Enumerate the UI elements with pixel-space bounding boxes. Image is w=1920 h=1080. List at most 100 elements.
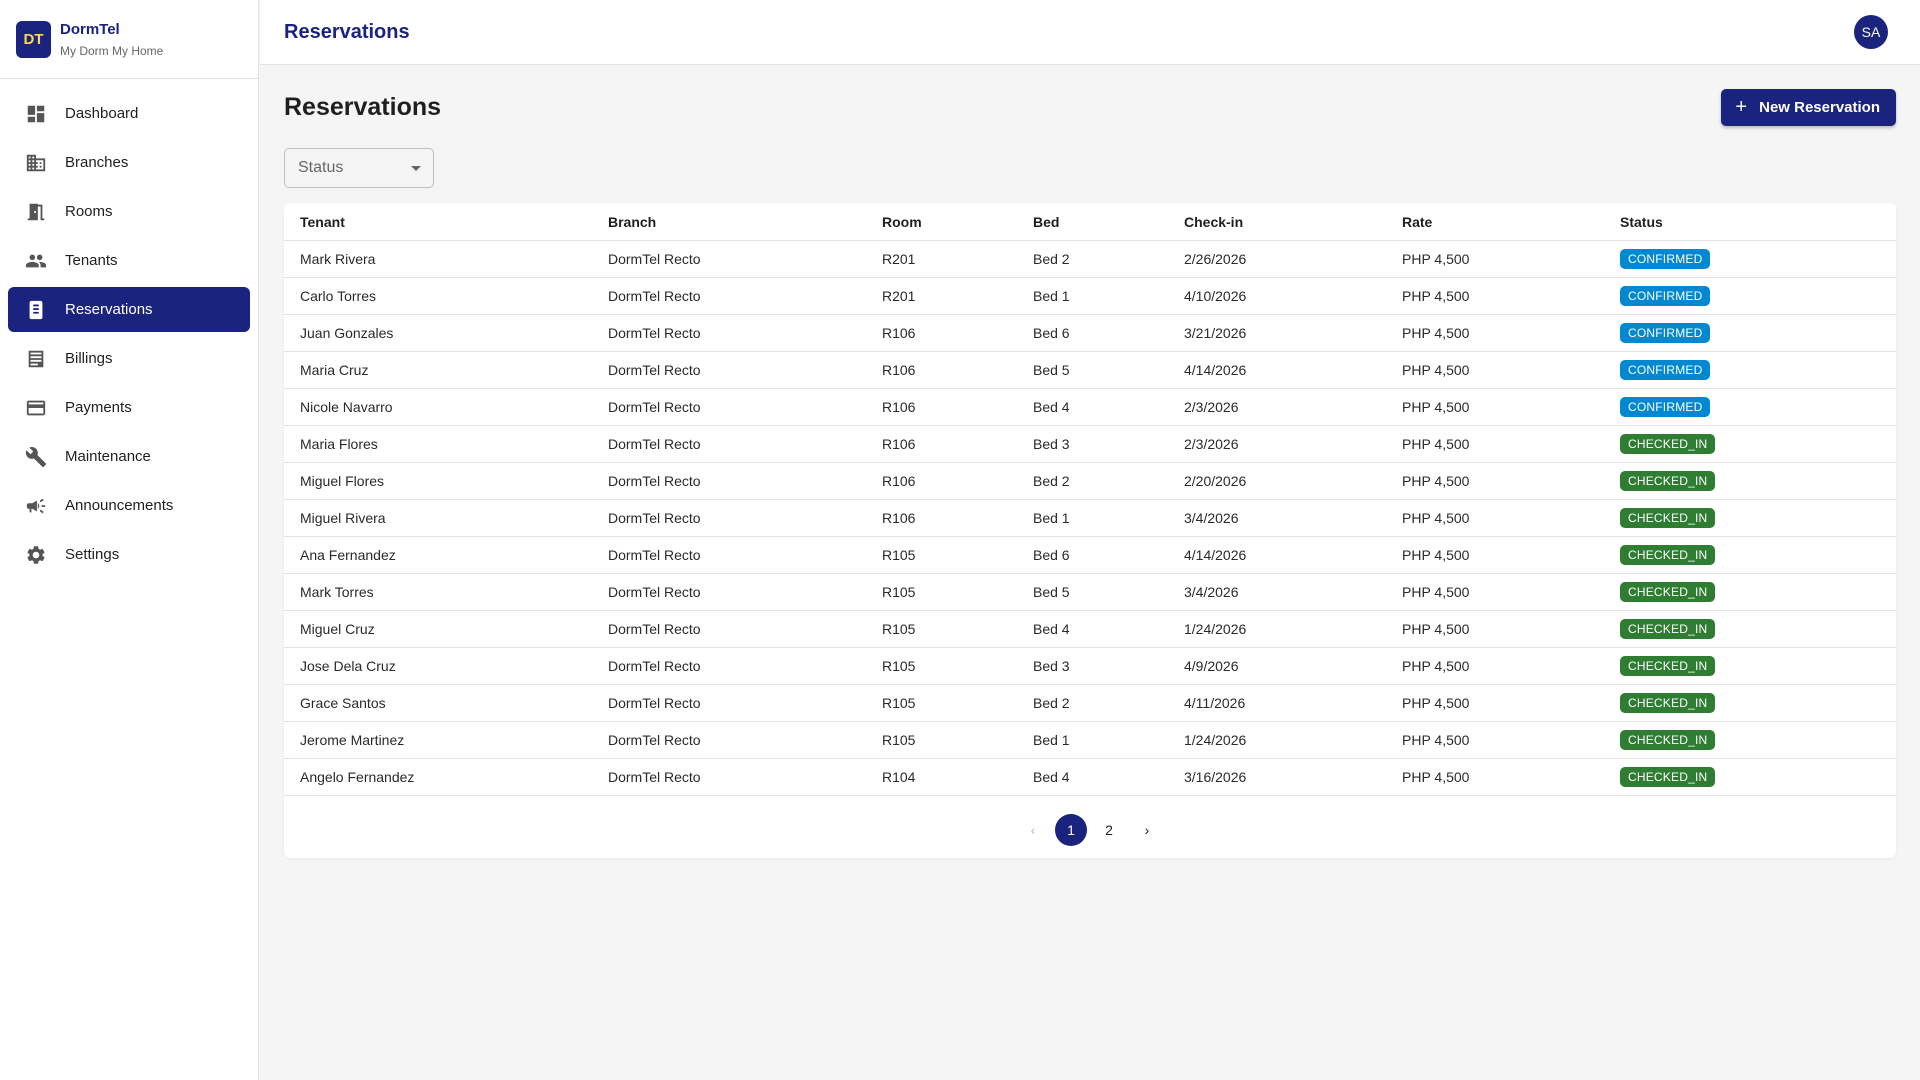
cell-bed: Bed 3: [1033, 425, 1184, 463]
status-badge: CHECKED_IN: [1620, 655, 1716, 676]
cell-rate: PHP 4,500: [1402, 610, 1620, 648]
cell-branch: DormTel Recto: [608, 240, 882, 278]
cell-bed: Bed 1: [1033, 499, 1184, 537]
table-row[interactable]: Jerome Martinez DormTel Recto R105 Bed 1 1/2…: [284, 721, 1896, 759]
reservation-icon: [25, 299, 47, 321]
header-bed[interactable]: Bed: [1033, 203, 1184, 241]
cell-tenant: Mark Torres: [284, 573, 608, 611]
table-row[interactable]: Maria Cruz DormTel Recto R106 Bed 5 4/14/202…: [284, 351, 1896, 389]
cell-branch: DormTel Recto: [608, 425, 882, 463]
cell-tenant: Miguel Flores: [284, 462, 608, 500]
cell-bed: Bed 1: [1033, 277, 1184, 315]
table-row[interactable]: Carlo Torres DormTel Recto R201 Bed 1 4/10/2…: [284, 277, 1896, 315]
megaphone-icon: [25, 495, 47, 517]
brand-text: DormTel My Dorm My Home: [60, 21, 163, 58]
sidebar-item-label: Branches: [65, 154, 129, 171]
table-row[interactable]: Maria Flores DormTel Recto R106 Bed 3 2/3/20…: [284, 425, 1896, 463]
pagination: ‹ 1 2 ›: [284, 813, 1896, 847]
cell-status: CONFIRMED: [1620, 314, 1896, 352]
cell-tenant: Jose Dela Cruz: [284, 647, 608, 685]
cell-tenant: Maria Cruz: [284, 351, 608, 389]
cell-tenant: Grace Santos: [284, 684, 608, 722]
sidebar-item-rooms[interactable]: Rooms: [8, 189, 250, 234]
cell-check-in: 3/4/2026: [1184, 499, 1402, 537]
cell-status: CONFIRMED: [1620, 240, 1896, 278]
cell-bed: Bed 2: [1033, 684, 1184, 722]
sidebar-item-settings[interactable]: Settings: [8, 532, 250, 577]
receipt-icon: [25, 348, 47, 370]
table-row[interactable]: Miguel Cruz DormTel Recto R105 Bed 4 1/24/20…: [284, 610, 1896, 648]
cell-rate: PHP 4,500: [1402, 536, 1620, 574]
sidebar-item-announcements[interactable]: Announcements: [8, 483, 250, 528]
table-row[interactable]: Ana Fernandez DormTel Recto R105 Bed 6 4/14/…: [284, 536, 1896, 574]
cell-branch: DormTel Recto: [608, 351, 882, 389]
people-icon: [25, 250, 47, 272]
cell-rate: PHP 4,500: [1402, 758, 1620, 796]
sidebar-item-payments[interactable]: Payments: [8, 385, 250, 430]
page-button-1[interactable]: 1: [1055, 814, 1087, 846]
cell-status: CHECKED_IN: [1620, 684, 1896, 722]
cell-check-in: 1/24/2026: [1184, 610, 1402, 648]
table-row[interactable]: Jose Dela Cruz DormTel Recto R105 Bed 3 4/9/…: [284, 647, 1896, 685]
status-badge: CONFIRMED: [1620, 359, 1711, 380]
sidebar-item-maintenance[interactable]: Maintenance: [8, 434, 250, 479]
cell-bed: Bed 1: [1033, 721, 1184, 759]
header-room[interactable]: Room: [882, 203, 1033, 241]
brand[interactable]: DT DormTel My Dorm My Home: [0, 0, 258, 79]
cell-room: R201: [882, 240, 1033, 278]
sidebar-item-billings[interactable]: Billings: [8, 336, 250, 381]
chevron-left-icon[interactable]: ‹: [1017, 814, 1049, 846]
cell-check-in: 2/20/2026: [1184, 462, 1402, 500]
table-row[interactable]: Mark Rivera DormTel Recto R201 Bed 2 2/26/20…: [284, 240, 1896, 278]
sidebar-item-label: Settings: [65, 546, 120, 563]
cell-status: CHECKED_IN: [1620, 425, 1896, 463]
cell-tenant: Nicole Navarro: [284, 388, 608, 426]
brand-name: DormTel: [60, 20, 120, 38]
status-filter-select[interactable]: Status: [284, 148, 434, 188]
sidebar-item-branches[interactable]: Branches: [8, 140, 250, 185]
header-rate[interactable]: Rate: [1402, 203, 1620, 241]
table-row[interactable]: Nicole Navarro DormTel Recto R106 Bed 4 2/3/…: [284, 388, 1896, 426]
cell-rate: PHP 4,500: [1402, 277, 1620, 315]
cell-tenant: Ana Fernandez: [284, 536, 608, 574]
sidebar-item-dashboard[interactable]: Dashboard: [8, 91, 250, 136]
sidebar-item-label: Dashboard: [65, 105, 139, 122]
cell-room: R106: [882, 351, 1033, 389]
cell-room: R105: [882, 610, 1033, 648]
table-row[interactable]: Grace Santos DormTel Recto R105 Bed 2 4/11/2…: [284, 684, 1896, 722]
table-row[interactable]: Angelo Fernandez DormTel Recto R104 Bed 4 3/…: [284, 758, 1896, 796]
cell-branch: DormTel Recto: [608, 610, 882, 648]
cell-room: R106: [882, 388, 1033, 426]
plus-icon: +: [1735, 96, 1748, 118]
cell-check-in: 1/24/2026: [1184, 721, 1402, 759]
table-row[interactable]: Miguel Rivera DormTel Recto R106 Bed 1 3/4/2…: [284, 499, 1896, 537]
header-check-in[interactable]: Check-in: [1184, 203, 1402, 241]
page-button-2[interactable]: 2: [1093, 814, 1125, 846]
cell-tenant: Miguel Rivera: [284, 499, 608, 537]
cell-status: CHECKED_IN: [1620, 536, 1896, 574]
sidebar-nav: Dashboard Branches Rooms Tenants Reservation…: [0, 79, 258, 577]
user-avatar[interactable]: SA: [1854, 15, 1888, 49]
status-badge: CHECKED_IN: [1620, 692, 1716, 713]
status-badge: CHECKED_IN: [1620, 507, 1716, 528]
sidebar-item-tenants[interactable]: Tenants: [8, 238, 250, 283]
wrench-icon: [25, 446, 47, 468]
cell-status: CHECKED_IN: [1620, 499, 1896, 537]
table-row[interactable]: Juan Gonzales DormTel Recto R106 Bed 6 3/21/…: [284, 314, 1896, 352]
cell-bed: Bed 4: [1033, 388, 1184, 426]
cell-branch: DormTel Recto: [608, 647, 882, 685]
cell-branch: DormTel Recto: [608, 277, 882, 315]
header-status[interactable]: Status: [1620, 203, 1896, 241]
header-branch[interactable]: Branch: [608, 203, 882, 241]
table-row[interactable]: Mark Torres DormTel Recto R105 Bed 5 3/4/202…: [284, 573, 1896, 611]
status-badge: CHECKED_IN: [1620, 618, 1716, 639]
new-reservation-button[interactable]: + New Reservation: [1721, 88, 1896, 126]
topbar: Reservations SA: [260, 0, 1920, 65]
sidebar-item-reservations[interactable]: Reservations: [8, 287, 250, 332]
chevron-right-icon[interactable]: ›: [1131, 814, 1163, 846]
cell-branch: DormTel Recto: [608, 462, 882, 500]
header-tenant[interactable]: Tenant: [284, 203, 608, 241]
cell-rate: PHP 4,500: [1402, 721, 1620, 759]
cell-rate: PHP 4,500: [1402, 499, 1620, 537]
table-row[interactable]: Miguel Flores DormTel Recto R106 Bed 2 2/20/…: [284, 462, 1896, 500]
